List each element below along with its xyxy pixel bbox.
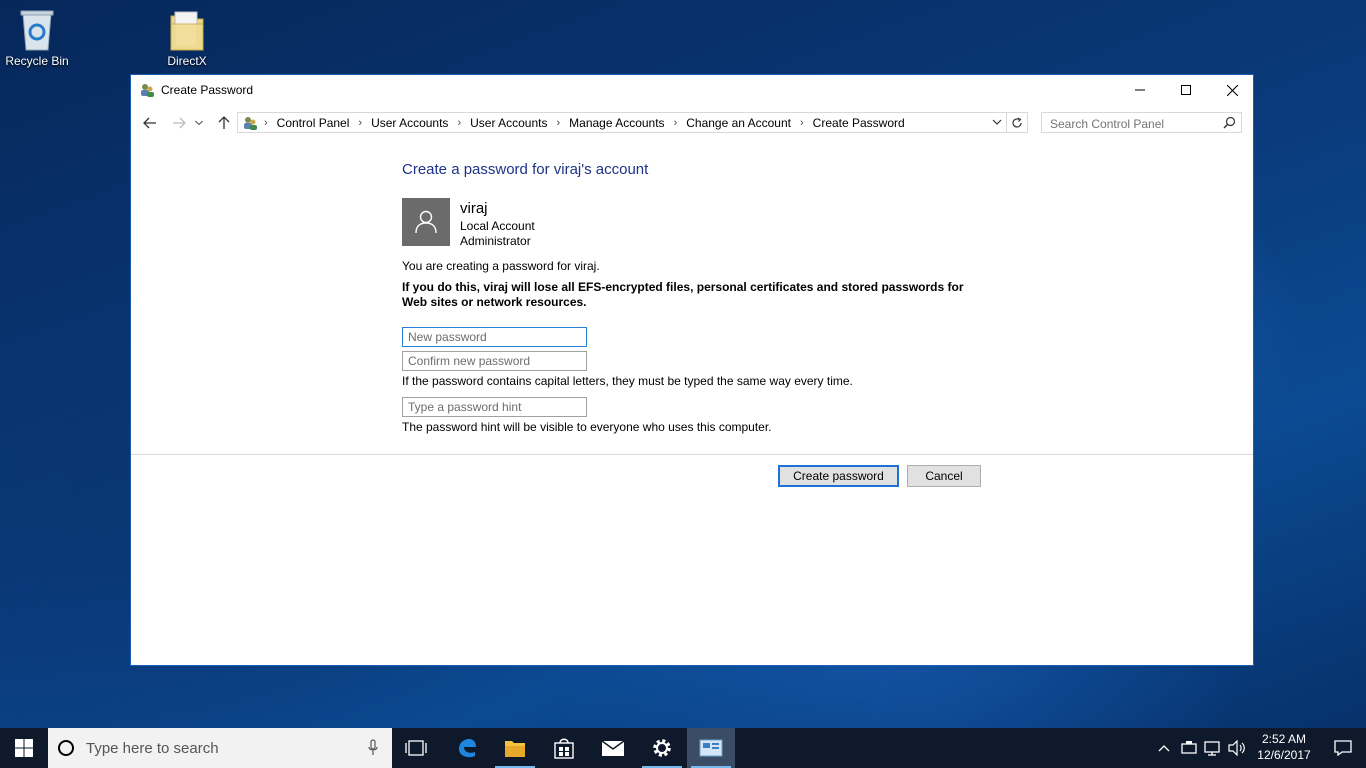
breadcrumb-separator-icon: › — [556, 116, 561, 129]
recent-locations-button[interactable] — [193, 113, 205, 133]
tray-network[interactable] — [1202, 728, 1224, 768]
breadcrumb-separator-icon: › — [457, 116, 462, 129]
cortana-icon — [58, 740, 74, 756]
cancel-button[interactable]: Cancel — [907, 465, 981, 487]
account-role: Administrator — [460, 234, 531, 248]
breadcrumb-change-account[interactable]: Change an Account — [686, 116, 791, 130]
desktop-icon-directx[interactable]: DirectX — [150, 0, 224, 68]
show-hidden-icons-button[interactable] — [1154, 728, 1174, 768]
user-icon — [415, 210, 437, 234]
desktop-icon-recycle-bin[interactable]: Recycle Bin — [0, 0, 74, 68]
tray-power[interactable] — [1178, 728, 1200, 768]
edge-icon — [459, 739, 476, 758]
window-title: Create Password — [161, 83, 254, 97]
clock-date: 12/6/2017 — [1257, 748, 1311, 762]
navigation-bar: › Control Panel › User Accounts › User A… — [131, 110, 1253, 136]
microphone-icon[interactable] — [368, 739, 378, 760]
taskbar-search-box[interactable]: Type here to search — [48, 728, 392, 768]
taskbar-file-explorer[interactable] — [491, 728, 539, 768]
task-view-button[interactable] — [392, 728, 440, 768]
maximize-button[interactable] — [1163, 75, 1209, 105]
start-button[interactable] — [0, 728, 48, 768]
account-type: Local Account — [460, 219, 535, 233]
chevron-down-icon — [992, 119, 1002, 125]
breadcrumb-separator-icon: › — [264, 116, 268, 129]
folder-icon — [167, 8, 207, 52]
create-password-button[interactable]: Create password — [778, 465, 899, 487]
user-name: viraj — [460, 200, 488, 217]
action-center-button[interactable] — [1320, 728, 1366, 768]
confirm-password-field[interactable] — [402, 351, 587, 371]
clock-time: 2:52 AM — [1261, 732, 1307, 746]
speaker-icon — [1228, 740, 1245, 756]
breadcrumb-separator-icon: › — [673, 116, 678, 129]
search-icon[interactable] — [1223, 116, 1236, 132]
recycle-bin-icon — [17, 8, 57, 52]
taskbar-settings[interactable] — [638, 728, 686, 768]
tray-volume[interactable] — [1226, 728, 1248, 768]
info-text: You are creating a password for viraj. — [402, 259, 600, 273]
store-icon — [554, 738, 574, 759]
minimize-button[interactable] — [1117, 75, 1163, 105]
refresh-button[interactable] — [1007, 112, 1028, 133]
gear-icon — [653, 739, 671, 757]
battery-icon — [1181, 741, 1197, 754]
breadcrumb-control-panel[interactable]: Control Panel — [277, 116, 350, 130]
taskbar: Type here to search 2:52 AM 12/6/2017 — [0, 728, 1366, 768]
avatar — [402, 198, 450, 246]
close-icon — [1226, 84, 1238, 96]
refresh-icon — [1012, 116, 1022, 128]
notification-icon — [1334, 740, 1352, 756]
arrow-right-icon — [173, 117, 186, 129]
taskbar-mail[interactable] — [589, 728, 637, 768]
breadcrumb-manage-accounts[interactable]: Manage Accounts — [569, 116, 664, 130]
desktop-icon-label: Recycle Bin — [5, 54, 69, 68]
desktop-icon-label: DirectX — [167, 54, 207, 68]
folder-icon — [505, 741, 525, 757]
mail-icon — [601, 740, 625, 756]
taskbar-edge[interactable] — [443, 728, 491, 768]
breadcrumb-user-accounts[interactable]: User Accounts — [371, 116, 448, 130]
control-panel-icon — [242, 115, 258, 131]
chevron-down-icon — [195, 120, 203, 126]
forward-button[interactable] — [169, 113, 189, 133]
breadcrumb-separator-icon: › — [358, 116, 363, 129]
search-input[interactable] — [1048, 114, 1222, 133]
capital-letters-note: If the password contains capital letters… — [402, 374, 853, 388]
taskbar-search-placeholder: Type here to search — [86, 739, 219, 757]
arrow-up-icon — [218, 116, 230, 129]
control-panel-icon — [699, 739, 723, 757]
taskbar-store[interactable] — [540, 728, 588, 768]
breadcrumb: › Control Panel › User Accounts › User A… — [262, 116, 905, 130]
breadcrumb-create-password[interactable]: Create Password — [813, 116, 905, 130]
task-view-icon — [405, 740, 427, 756]
divider — [131, 454, 1253, 455]
page-title: Create a password for viraj's account — [402, 161, 649, 178]
breadcrumb-separator-icon: › — [799, 116, 804, 129]
warning-text: If you do this, viraj will lose all EFS-… — [402, 280, 964, 309]
search-control-panel-box[interactable] — [1041, 112, 1242, 133]
address-dropdown-button[interactable] — [992, 116, 1002, 131]
maximize-icon — [1181, 85, 1191, 95]
system-clock[interactable]: 2:52 AM 12/6/2017 — [1252, 731, 1316, 763]
user-accounts-icon — [139, 82, 155, 98]
windows-logo-icon — [15, 739, 33, 757]
address-bar[interactable]: › Control Panel › User Accounts › User A… — [237, 112, 1007, 133]
minimize-icon — [1135, 89, 1145, 91]
title-bar[interactable]: Create Password — [131, 75, 1253, 105]
new-password-field[interactable] — [402, 327, 587, 347]
breadcrumb-user-accounts-sub[interactable]: User Accounts — [470, 116, 547, 130]
hint-visibility-note: The password hint will be visible to eve… — [402, 420, 772, 434]
chevron-up-icon — [1158, 745, 1170, 752]
taskbar-control-panel[interactable] — [687, 728, 735, 768]
back-button[interactable] — [140, 113, 160, 133]
arrow-left-icon — [143, 117, 156, 129]
create-password-window: Create Password › Control Panel › User A… — [130, 74, 1254, 666]
up-button[interactable] — [214, 113, 234, 133]
password-hint-field[interactable] — [402, 397, 587, 417]
close-button[interactable] — [1209, 75, 1255, 105]
network-icon — [1204, 741, 1220, 756]
